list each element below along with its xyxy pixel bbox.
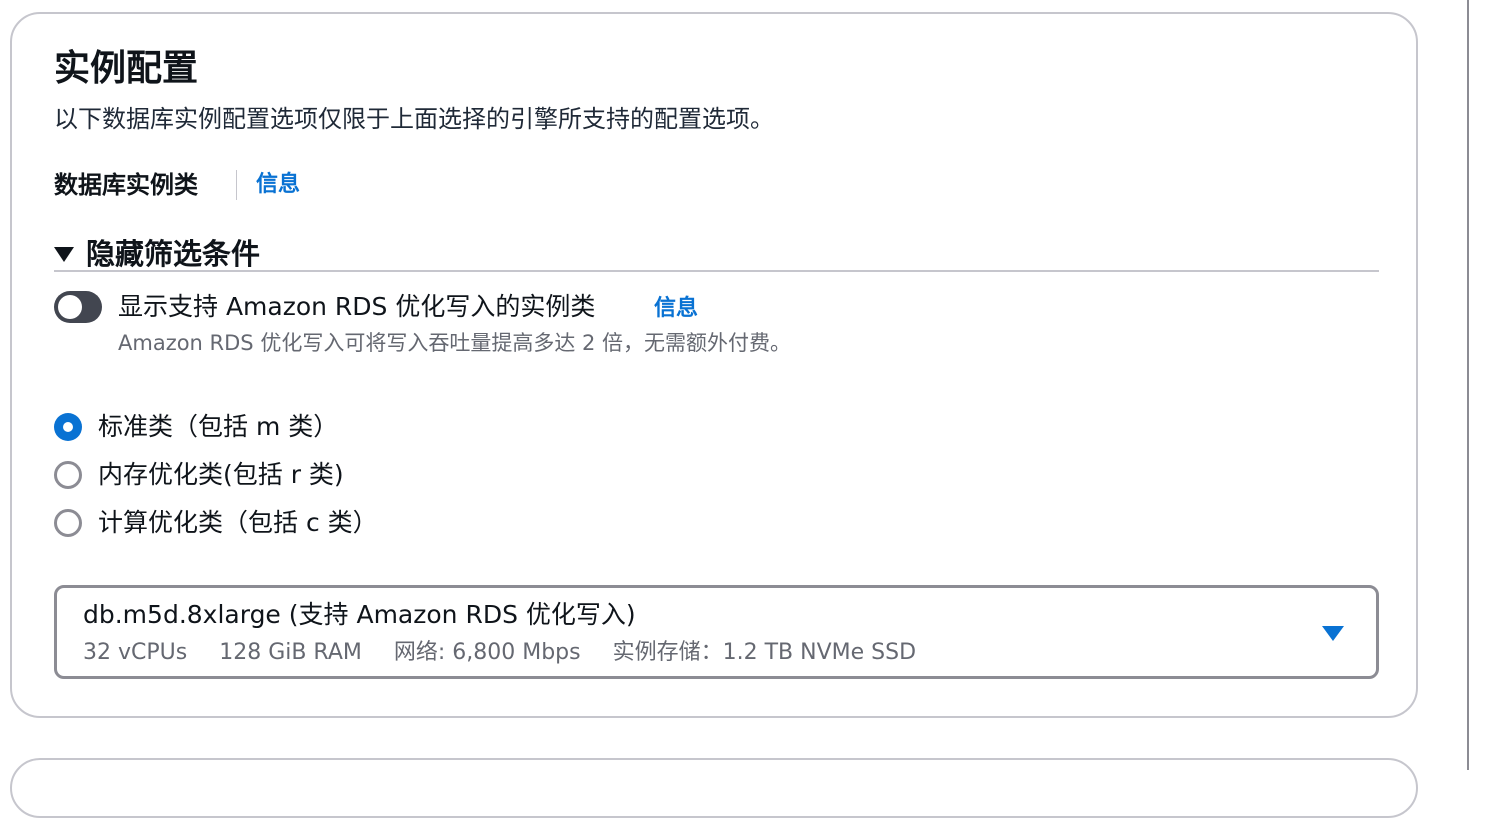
instance-ram: 128 GiB RAM (219, 640, 362, 665)
page-scrollbar-edge (1467, 0, 1469, 770)
instance-storage: 实例存储：1.2 TB NVMe SSD (612, 640, 917, 665)
radio-button-selected[interactable] (54, 413, 82, 441)
optimized-writes-info-link[interactable]: 信息 (654, 292, 698, 326)
radio-option-standard[interactable]: 标准类（包括 m 类） (54, 410, 338, 444)
instance-class-label: 数据库实例类 (54, 171, 198, 199)
label-divider (236, 170, 237, 200)
radio-option-memory-optimized[interactable]: 内存优化类(包括 r 类) (54, 458, 344, 492)
selected-instance-class: db.m5d.8xlarge (支持 Amazon RDS 优化写入) (83, 600, 636, 629)
caret-down-icon (54, 246, 74, 262)
radio-option-compute-optimized[interactable]: 计算优化类（包括 c 类） (54, 506, 378, 540)
instance-class-details: 32 vCPUs 128 GiB RAM 网络: 6,800 Mbps 实例存储… (83, 638, 948, 668)
dropdown-caret-icon[interactable] (1322, 626, 1344, 641)
instance-class-info-link[interactable]: 信息 (256, 168, 300, 202)
toggle-knob (58, 295, 82, 319)
hide-filters-expander[interactable]: 隐藏筛选条件 (54, 234, 260, 274)
instance-vcpus: 32 vCPUs (83, 640, 188, 665)
radio-button[interactable] (54, 509, 82, 537)
radio-button[interactable] (54, 461, 82, 489)
radio-label-compute-optimized: 计算优化类（包括 c 类） (98, 508, 378, 537)
section-description: 以下数据库实例配置选项仅限于上面选择的引擎所支持的配置选项。 (54, 105, 774, 133)
hide-filters-label: 隐藏筛选条件 (86, 237, 261, 271)
optimized-writes-toggle-label[interactable]: 显示支持 Amazon RDS 优化写入的实例类 (118, 290, 595, 324)
instance-configuration-panel: 实例配置 以下数据库实例配置选项仅限于上面选择的引擎所支持的配置选项。 数据库实… (10, 12, 1418, 718)
optimized-writes-description: Amazon RDS 优化写入可将写入吞吐量提高多达 2 倍，无需额外付费。 (118, 331, 792, 355)
instance-network: 网络: 6,800 Mbps (393, 640, 581, 665)
optimized-writes-toggle[interactable] (54, 291, 102, 323)
radio-label-standard: 标准类（包括 m 类） (98, 412, 339, 441)
filters-divider (54, 270, 1379, 272)
section-title: 实例配置 (54, 48, 199, 89)
radio-label-memory-optimized: 内存优化类(包括 r 类) (98, 460, 344, 489)
next-panel (10, 758, 1418, 818)
instance-class-select[interactable]: db.m5d.8xlarge (支持 Amazon RDS 优化写入) 32 v… (54, 585, 1379, 679)
